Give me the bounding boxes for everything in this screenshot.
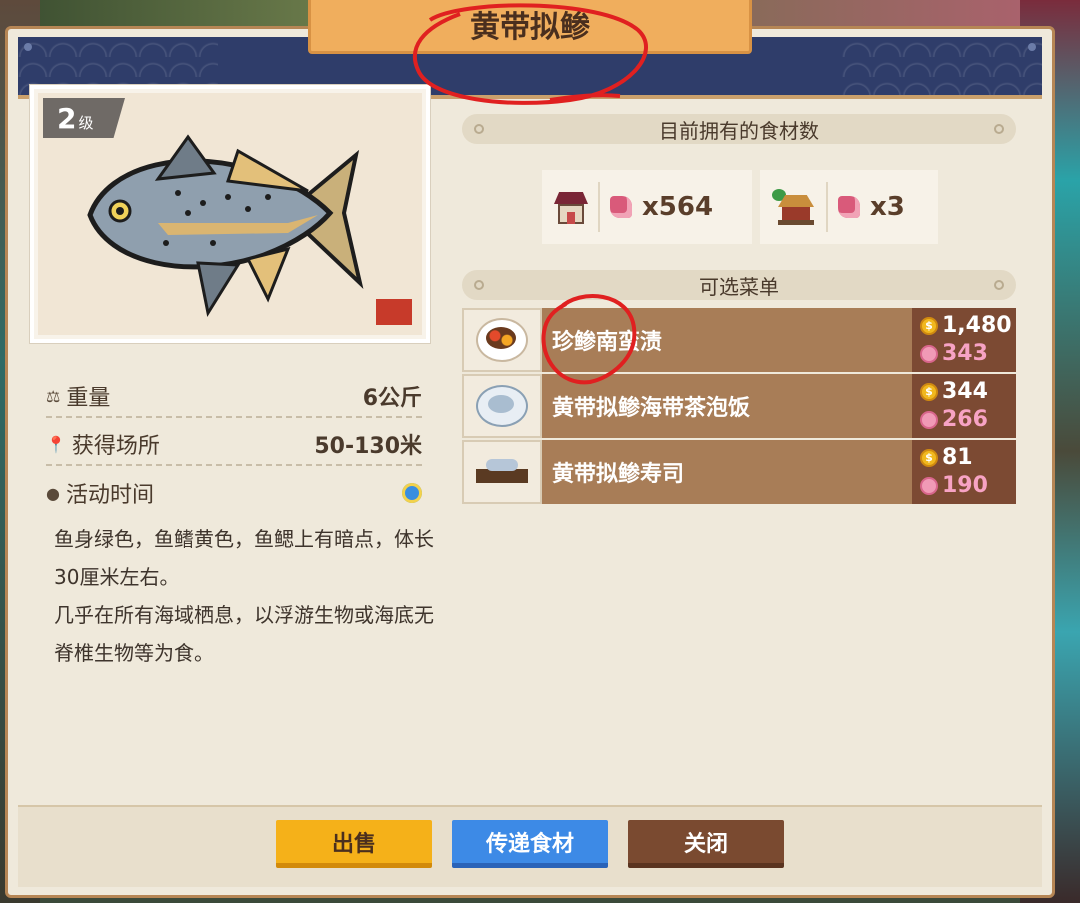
recipe-popularity: 190 [942,473,988,498]
stock-count: x564 [642,192,714,222]
recipe-stats: $ 1,480 343 [912,308,1016,372]
stock-count: x3 [870,192,905,222]
scale-icon: ⚖ [46,386,61,406]
recipe-popularity: 343 [942,341,988,366]
coin-icon: $ [920,383,938,401]
location-value: 50-130米 [314,434,422,459]
recipe-name: 黄带拟鲹寿司 [542,440,912,504]
recipe-stats: $ 344 266 [912,374,1016,438]
recipe-price: 344 [942,379,988,404]
fish-description: 鱼身绿色，鱼鳍黄色，鱼鳃上有暗点，体长30厘米左右。 几乎在所有海域栖息，以浮游… [54,520,434,672]
menu-header: 可选菜单 [462,270,1016,300]
sushi-icon [476,455,528,489]
description-line: 几乎在所有海域栖息，以浮游生物或海底无脊椎生物等为食。 [54,603,434,665]
recipe-stats: $ 81 190 [912,440,1016,504]
artist-seal-icon [376,299,412,325]
header-ornament-icon [474,280,484,290]
description-line: 鱼身绿色，鱼鳍黄色，鱼鳃上有暗点，体长30厘米左右。 [54,527,434,589]
weight-value: 6公斤 [362,386,422,411]
recipe-name: 黄带拟鲹海带茶泡饭 [542,374,912,438]
recipe-row[interactable]: 黄带拟鲹海带茶泡饭 $ 344 266 [462,374,1016,438]
sell-button[interactable]: 出售 [276,820,432,868]
coin-icon: $ [920,317,938,335]
clock-icon: ● [46,483,60,503]
recipe-row[interactable]: 珍鲹南蛮渍 $ 1,480 343 [462,308,1016,372]
recipe-price: 1,480 [942,313,1012,338]
fish-meat-icon [838,196,860,218]
stock-card-restaurant[interactable]: x564 [542,170,752,244]
ingredients-header: 目前拥有的食材数 [462,114,1016,144]
level-number: 2 [57,101,77,135]
location-pin-icon: 📍 [46,434,66,454]
level-unit: 级 [78,113,94,132]
recipe-price: 81 [942,445,973,470]
stock-card-beach-hut[interactable]: x3 [760,170,938,244]
pass-ingredient-button[interactable]: 传递食材 [452,820,608,868]
popularity-face-icon [920,411,938,429]
corner-rivet [24,43,32,51]
popularity-face-icon [920,345,938,363]
level-badge: 2 级 [43,98,125,138]
active-time-row: ● 活动时间 [46,472,422,514]
corner-rivet [1028,43,1036,51]
recipe-row[interactable]: 黄带拟鲹寿司 $ 81 190 [462,440,1016,504]
fish-illustration-card: 2 级 [30,85,430,343]
stir-fry-dish-icon [476,318,528,362]
fish-meat-icon [610,196,632,218]
weight-label: 重量 [66,386,111,411]
recipe-popularity: 266 [942,407,988,432]
ingredients-header-text: 目前拥有的食材数 [659,118,819,143]
header-ornament-icon [994,280,1004,290]
coin-icon: $ [920,449,938,467]
header-ornament-icon [474,124,484,134]
close-button[interactable]: 关闭 [628,820,784,868]
menu-header-text: 可选菜单 [699,274,779,299]
location-row: 📍 获得场所 50-130米 [46,424,422,466]
rice-bowl-icon [476,385,528,427]
title-plate: 黄带拟鲹 [308,0,752,54]
restaurant-icon [554,188,588,226]
beach-hut-icon [772,187,816,227]
wave-pattern-right [842,37,1042,95]
sun-icon [402,483,422,503]
dialog-title: 黄带拟鲹 [470,10,590,45]
location-label: 获得场所 [71,434,160,459]
weight-row: ⚖ 重量 6公斤 [46,376,422,418]
popularity-face-icon [920,477,938,495]
active-time-label: 活动时间 [65,483,154,508]
recipe-name: 珍鲹南蛮渍 [542,308,912,372]
header-ornament-icon [994,124,1004,134]
fish-illustration: 2 级 [38,93,422,335]
